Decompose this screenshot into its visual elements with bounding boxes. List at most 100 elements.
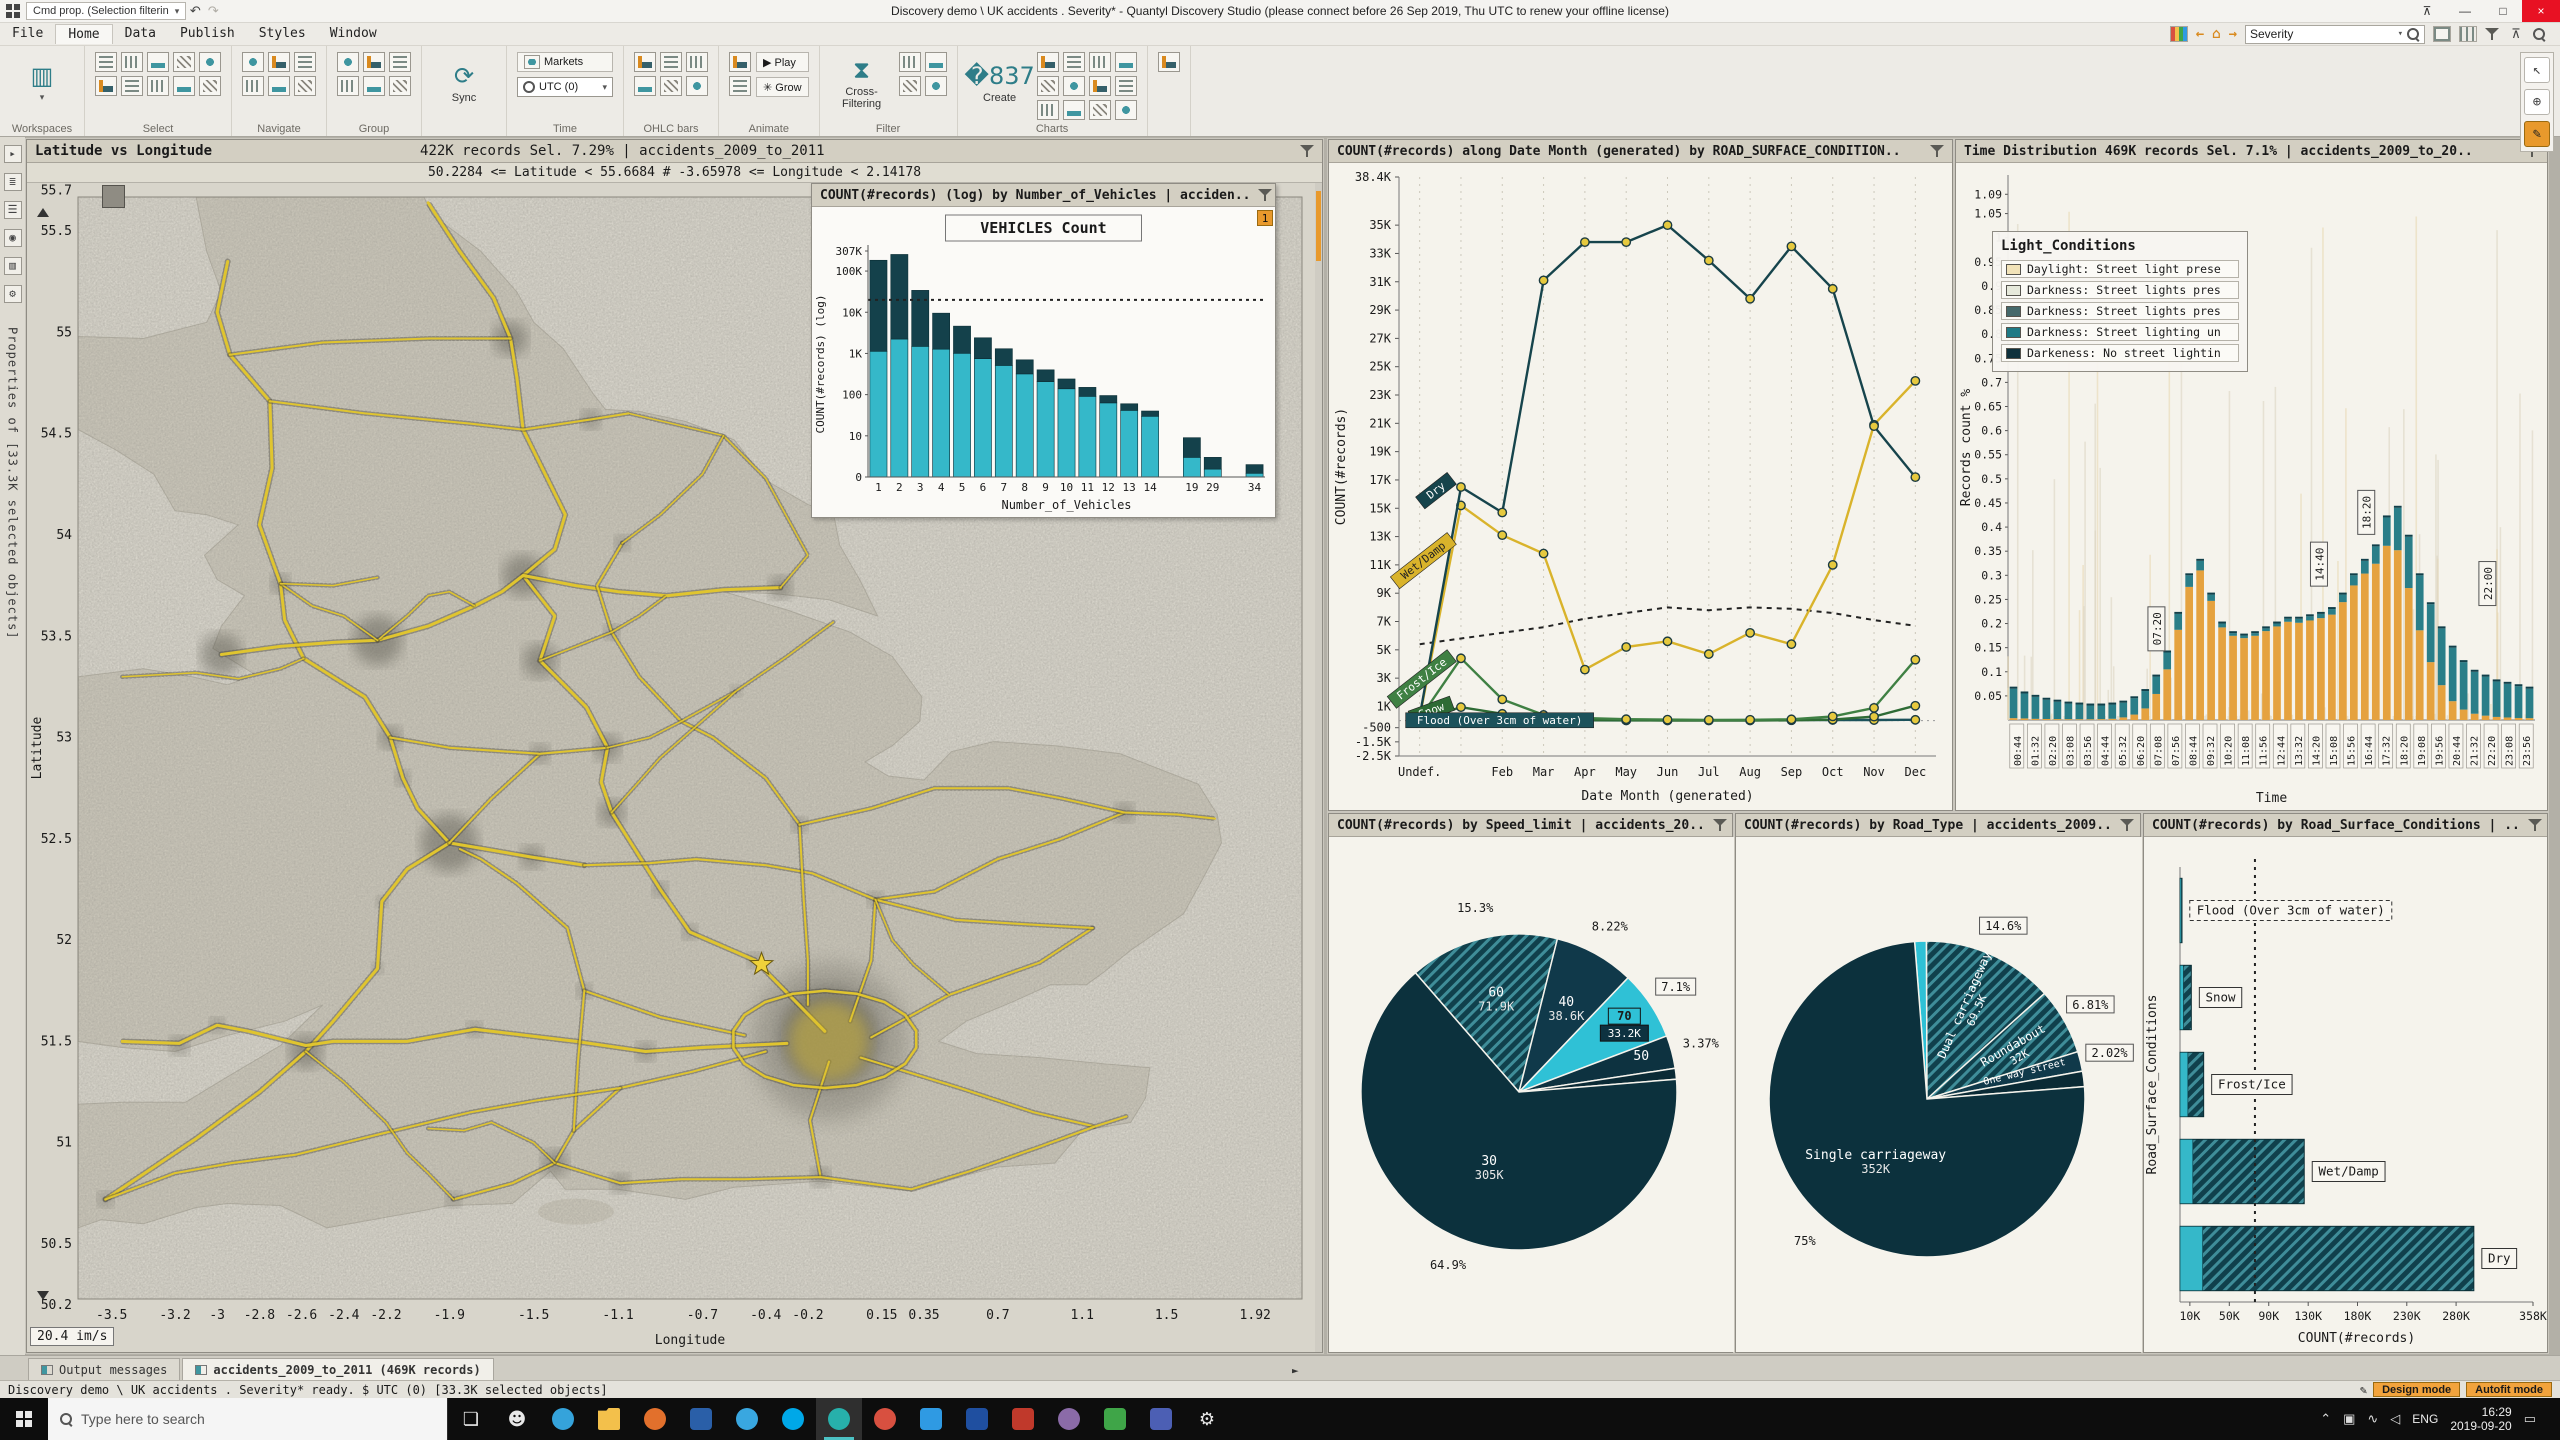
ribbon-icon[interactable]	[1089, 76, 1111, 96]
ribbon-icon[interactable]	[363, 76, 385, 96]
ribbon-icon[interactable]	[1063, 52, 1085, 72]
surface-panel-header[interactable]: COUNT(#records) by Road_Surface_Conditio…	[2144, 814, 2547, 837]
ribbon-icon[interactable]	[1115, 76, 1137, 96]
menu-item-publish[interactable]: Publish	[168, 24, 247, 44]
speed-panel-header[interactable]: COUNT(#records) by Speed_limit | acciden…	[1329, 814, 1732, 837]
legend-item-0[interactable]: Daylight: Street light prese	[2001, 260, 2239, 278]
ribbon-icon[interactable]	[634, 76, 656, 96]
gear-icon[interactable]: ⚙	[4, 285, 22, 303]
tab-scroll-right-icon[interactable]: ►	[1292, 1364, 1299, 1377]
shield-icon[interactable]: ▣	[2343, 1411, 2355, 1427]
ribbon-icon[interactable]	[337, 52, 359, 72]
home-icon[interactable]: ⌂	[2212, 27, 2220, 41]
ribbon-icon[interactable]	[389, 76, 411, 96]
menu-item-file[interactable]: File	[0, 24, 55, 44]
clock[interactable]: 16:29 2019-09-20	[2450, 1405, 2511, 1433]
taskbar-app-app-red[interactable]	[1000, 1398, 1046, 1440]
filter-funnel-icon[interactable]	[2120, 819, 2134, 832]
ribbon-icon[interactable]	[899, 52, 921, 72]
taskbar-app-word[interactable]	[954, 1398, 1000, 1440]
zoom-icon[interactable]	[2533, 28, 2546, 41]
tab-dataset[interactable]: accidents_2009_to_2011 (469K records)	[182, 1358, 493, 1380]
ribbon-icon[interactable]	[242, 52, 264, 72]
cursor-tool-icon[interactable]: ↖	[2524, 57, 2550, 83]
ribbon-icon[interactable]	[1063, 76, 1085, 96]
properties-vertical-label[interactable]: Properties of [33.3K selected objects]	[6, 327, 20, 640]
menu-item-window[interactable]: Window	[318, 24, 389, 44]
ribbon-icon[interactable]	[389, 52, 411, 72]
ribbon-icon[interactable]	[634, 52, 656, 72]
taskbar-app-ie[interactable]	[724, 1398, 770, 1440]
palette-icon[interactable]	[2170, 26, 2188, 42]
road-type-pie-chart[interactable]: Dual carriageway69.5K14.6%Roundabout32K6…	[1736, 837, 2140, 1352]
filter-funnel-icon[interactable]	[1930, 145, 1944, 158]
legend-item-3[interactable]: Darkness: Street lighting un	[2001, 323, 2239, 341]
speed-limit-pie-chart[interactable]: 6071.9K15.3%4038.6K8.22%7033.2K7.1%503.3…	[1329, 837, 1732, 1352]
filter-funnel-icon[interactable]	[1713, 819, 1727, 832]
ribbon-icon[interactable]	[1089, 100, 1111, 120]
camera-icon[interactable]: ◉	[4, 229, 22, 247]
list-icon[interactable]: ☰	[4, 201, 22, 219]
vehicles-chart[interactable]: VEHICLES Count307K100K10K1K1001001234567…	[812, 207, 1275, 517]
taskbar-app-app-orange[interactable]	[632, 1398, 678, 1440]
taskbar-app-quantyl-studio[interactable]	[816, 1398, 862, 1440]
ribbon-icon[interactable]	[925, 52, 947, 72]
month-panel-header[interactable]: COUNT(#records) along Date Month (genera…	[1329, 140, 1952, 163]
chevron-down-icon[interactable]: ▾	[2398, 29, 2403, 39]
taskbar-app-skype[interactable]	[770, 1398, 816, 1440]
markets-button[interactable]: Markets	[517, 52, 613, 72]
road-surface-bar-chart[interactable]: Flood (Over 3cm of water)SnowFrost/IceWe…	[2144, 837, 2547, 1352]
ribbon-icon[interactable]	[1063, 100, 1085, 120]
ribbon-icon[interactable]	[121, 52, 143, 72]
ribbon-icon[interactable]	[1115, 52, 1137, 72]
monitor-icon[interactable]	[2433, 26, 2451, 42]
taskbar-search[interactable]: Type here to search	[48, 1398, 448, 1440]
forward-icon[interactable]: →	[2229, 27, 2237, 41]
layout-grid-icon[interactable]	[2459, 26, 2477, 42]
utc-dropdown[interactable]: UTC (0)▾	[517, 77, 613, 97]
time-panel-header[interactable]: Time Distribution 469K records Sel. 7.1%…	[1956, 140, 2547, 163]
filter-funnel-icon[interactable]	[1300, 145, 1314, 158]
ribbon-icon[interactable]	[242, 76, 264, 96]
ribbon-icon[interactable]	[199, 52, 221, 72]
grow-button[interactable]: ✳ Grow	[756, 77, 809, 97]
taskbar-app-gimp[interactable]	[1046, 1398, 1092, 1440]
taskbar-app-edge[interactable]	[540, 1398, 586, 1440]
network-icon[interactable]: ∿	[2367, 1411, 2378, 1427]
layers-icon[interactable]: ≣	[4, 173, 22, 191]
maximize-button[interactable]: □	[2484, 0, 2522, 22]
pin-window-icon[interactable]: ⊼	[2408, 0, 2446, 22]
ribbon-icon[interactable]	[686, 76, 708, 96]
ribbon-icon[interactable]	[1158, 52, 1180, 72]
map-scrollbar[interactable]	[1315, 183, 1322, 1352]
ribbon-icon[interactable]	[524, 55, 540, 69]
ribbon-icon[interactable]	[337, 76, 359, 96]
search-box[interactable]: Severity ▾	[2245, 25, 2425, 44]
ribbon-icon[interactable]	[1037, 100, 1059, 120]
filter-funnel-icon[interactable]	[1258, 189, 1272, 202]
ribbon-icon[interactable]	[95, 52, 117, 72]
taskbar-app-chrome[interactable]	[862, 1398, 908, 1440]
play-icon[interactable]: ▸	[4, 145, 22, 163]
sync-button[interactable]: ⟳Sync	[432, 52, 496, 114]
ribbon-icon[interactable]	[686, 52, 708, 72]
ribbon-icon[interactable]	[147, 52, 169, 72]
ribbon-icon[interactable]	[199, 76, 221, 96]
status-badge-design-mode[interactable]: Design mode	[2373, 1382, 2460, 1397]
close-button[interactable]: ×	[2522, 0, 2560, 22]
ribbon-icon[interactable]	[925, 76, 947, 96]
ribbon-icon[interactable]	[1037, 76, 1059, 96]
ribbon-icon[interactable]	[660, 76, 682, 96]
back-icon[interactable]: ←	[2196, 27, 2204, 41]
redo-icon[interactable]: ↷	[204, 2, 222, 20]
pin-icon[interactable]: ⊼	[2507, 25, 2525, 43]
legend-item-2[interactable]: Darkness: Street lights pres	[2001, 302, 2239, 320]
ribbon-icon[interactable]	[729, 76, 751, 96]
filter-funnel-icon[interactable]	[2528, 819, 2542, 832]
chart-icon[interactable]: ▥	[4, 257, 22, 275]
map-panel-header[interactable]: Latitude vs Longitude 422K records Sel. …	[27, 140, 1322, 163]
pen-tool-icon[interactable]: ✎	[2524, 121, 2550, 147]
legend-item-1[interactable]: Darkness: Street lights pres	[2001, 281, 2239, 299]
taskbar-app-vscode[interactable]	[908, 1398, 954, 1440]
ribbon-icon[interactable]	[268, 52, 290, 72]
